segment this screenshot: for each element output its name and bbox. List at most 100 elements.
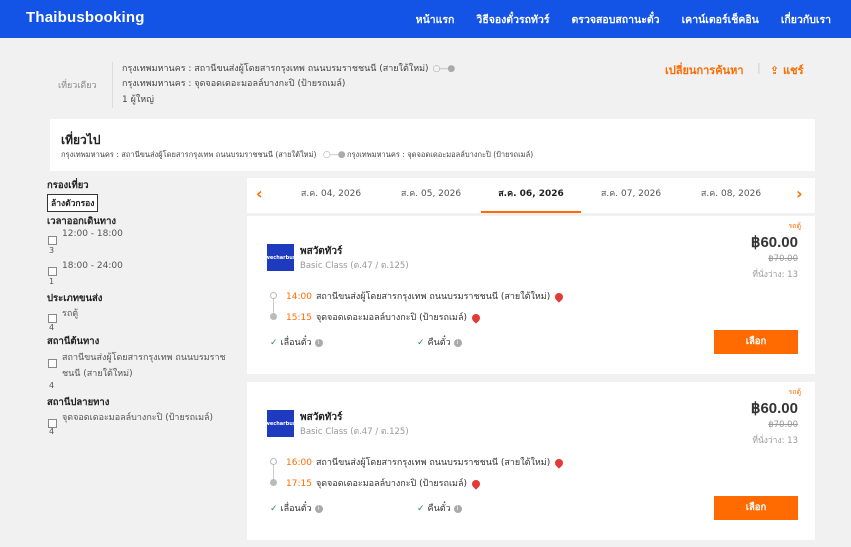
departure-time: 16:00 <box>286 458 312 468</box>
feature-refund: ✓ คืนตั๋ว i <box>417 501 462 515</box>
info-icon[interactable]: i <box>314 504 323 513</box>
feature-reschedule: ✓ เลื่อนตั๋ว i <box>270 335 323 349</box>
filter-option-time-1: 12:00 - 18:00 <box>62 229 123 239</box>
old-price: ฿70.00 <box>768 420 798 430</box>
departure-time-heading: เวลาออกเดินทาง <box>47 216 117 227</box>
summary-passengers: 1 ผู้ใหญ่ <box>122 95 154 105</box>
trip-card: รถตู้ wecharbus พสวัตทัวร์ Basic Class (… <box>247 216 815 374</box>
departure-time: 14:00 <box>286 292 312 302</box>
nav-link-check-status[interactable]: ตรวจสอบสถานะตั๋ว <box>571 11 659 28</box>
search-summary: เที่ยวเดียว กรุงเทพมหานคร : สถานีขนส่งผู… <box>50 52 820 112</box>
filter-checkbox-origin[interactable] <box>48 359 57 368</box>
trip-card: รถตู้ wecharbus พสวัตทัวร์ Basic Class (… <box>247 382 815 540</box>
info-icon[interactable]: i <box>314 338 323 347</box>
summary-origin: กรุงเทพมหานคร : สถานีขนส่งผู้โดยสารกรุงเ… <box>122 61 456 75</box>
filter-count-van: 4 <box>49 323 55 332</box>
origin-station-heading: สถานีต้นทาง <box>47 336 100 347</box>
date-tab-2[interactable]: ส.ค. 05, 2026 <box>381 178 481 213</box>
filter-count-time-2: 1 <box>49 277 55 286</box>
summary-divider <box>112 62 113 108</box>
timeline-end-dot <box>270 313 277 320</box>
filter-checkbox-time-1[interactable] <box>48 236 57 245</box>
change-search-link[interactable]: เปลี่ยนการค้นหา <box>665 61 744 79</box>
checkmark-icon: ✓ <box>417 504 425 514</box>
checkmark-icon: ✓ <box>270 338 278 348</box>
filter-count-time-1: 3 <box>49 246 55 255</box>
nav-link-how-to-book[interactable]: วิธีจองตั๋วรถทัวร์ <box>476 11 549 28</box>
outbound-banner: เที่ยวไป กรุงเทพมหานคร : สถานีขนส่งผู้โด… <box>50 119 815 171</box>
select-button[interactable]: เลือก <box>714 496 798 520</box>
feature-reschedule-label: เลื่อนตั๋ว <box>280 504 312 514</box>
filter-option-time-2: 18:00 - 24:00 <box>62 261 123 271</box>
feature-refund-label: คืนตั๋ว <box>427 504 451 514</box>
timeline-start-dot <box>270 292 277 299</box>
chevron-right-icon[interactable]: › <box>796 184 803 203</box>
filter-count-destination: 4 <box>49 427 55 436</box>
feature-refund: ✓ คืนตั๋ว i <box>417 335 462 349</box>
summary-destination: กรุงเทพมหานคร : จุดจอดเดอะมอลล์บางกะปิ (… <box>122 79 346 89</box>
seats-available: ที่นั่งว่าง: 13 <box>752 270 798 280</box>
filter-option-origin-line2: ชนนี (สายใต้ใหม่) <box>62 369 133 379</box>
departure-station: สถานีขนส่งผู้โดยสารกรุงเทพ ถนนบรมราชชนนี… <box>315 292 551 302</box>
date-tab-3-active[interactable]: ส.ค. 06, 2026 <box>481 178 581 213</box>
filter-option-van: รถตู้ <box>62 309 79 319</box>
date-tab-5[interactable]: ส.ค. 08, 2026 <box>681 178 781 213</box>
bus-class: Basic Class (ต.47 / ต.125) <box>300 427 409 437</box>
select-button[interactable]: เลือก <box>714 330 798 354</box>
operator-name: พสวัตทัวร์ <box>300 246 343 257</box>
checkmark-icon: ✓ <box>417 338 425 348</box>
vehicle-tag: รถตู้ <box>788 388 801 396</box>
filter-count-origin: 4 <box>49 381 55 390</box>
filter-option-destination: จุดจอดเดอะมอลล์บางกะปิ (ป้ายรถเมล์) <box>62 413 214 423</box>
arrival-station: จุดจอดเดอะมอลล์บางกะปิ (ป้ายรถเมล์) <box>315 479 467 489</box>
nav-links: หน้าแรก วิธีจองตั๋วรถทัวร์ ตรวจสอบสถานะต… <box>416 0 851 38</box>
brand-logo[interactable]: Thaibusbooking <box>26 9 145 26</box>
map-pin-icon[interactable] <box>553 290 565 303</box>
map-pin-icon[interactable] <box>553 456 565 469</box>
feature-refund-label: คืนตั๋ว <box>427 338 451 348</box>
feature-reschedule-label: เลื่อนตั๋ว <box>280 338 312 348</box>
arrival-station: จุดจอดเดอะมอลล์บางกะปิ (ป้ายรถเมล์) <box>315 313 467 323</box>
top-nav: Thaibusbooking หน้าแรก วิธีจองตั๋วรถทัวร… <box>0 0 851 38</box>
map-pin-icon[interactable] <box>470 311 482 324</box>
vehicle-type-heading: ประเภทขนส่ง <box>47 293 103 304</box>
separator: | <box>757 61 761 74</box>
outbound-route: กรุงเทพมหานคร : สถานีขนส่งผู้โดยสารกรุงเ… <box>61 149 533 161</box>
map-pin-icon[interactable] <box>470 477 482 490</box>
operator-logo: wecharbus <box>265 410 296 437</box>
nav-link-about[interactable]: เกี่ยวกับเรา <box>781 11 831 28</box>
old-price: ฿70.00 <box>768 254 798 264</box>
checkmark-icon: ✓ <box>270 504 278 514</box>
feature-reschedule: ✓ เลื่อนตั๋ว i <box>270 501 323 515</box>
info-icon[interactable]: i <box>453 338 462 347</box>
timeline-start-dot <box>270 458 277 465</box>
date-tab-4[interactable]: ส.ค. 07, 2026 <box>581 178 681 213</box>
clear-filters-button[interactable]: ล้างตัวกรอง <box>47 194 99 212</box>
arrival-time: 15:15 <box>286 313 312 323</box>
filter-title: กรองเที่ยว <box>47 180 89 191</box>
outbound-origin: กรุงเทพมหานคร : สถานีขนส่งผู้โดยสารกรุงเ… <box>61 150 317 159</box>
price: ฿60.00 <box>750 234 798 251</box>
operator-logo: wecharbus <box>265 244 296 271</box>
date-selector: ‹ ส.ค. 04, 2026 ส.ค. 05, 2026 ส.ค. 06, 2… <box>247 178 815 213</box>
filter-checkbox-van[interactable] <box>48 314 57 323</box>
filter-checkbox-time-2[interactable] <box>48 267 57 276</box>
arrival-stop: 17:15 จุดจอดเดอะมอลล์บางกะปิ (ป้ายรถเมล์) <box>286 476 482 490</box>
price: ฿60.00 <box>750 400 798 417</box>
destination-station-heading: สถานีปลายทาง <box>47 397 110 408</box>
connector-dots-icon: ○—● <box>432 64 456 74</box>
departure-stop: 14:00 สถานีขนส่งผู้โดยสารกรุงเทพ ถนนบรมรา… <box>286 289 565 303</box>
vehicle-tag: รถตู้ <box>788 222 801 230</box>
summary-origin-text: กรุงเทพมหานคร : สถานีขนส่งผู้โดยสารกรุงเ… <box>122 64 429 74</box>
seats-available: ที่นั่งว่าง: 13 <box>752 436 798 446</box>
arrival-stop: 15:15 จุดจอดเดอะมอลล์บางกะปิ (ป้ายรถเมล์) <box>286 310 482 324</box>
outbound-title: เที่ยวไป <box>61 133 101 147</box>
chevron-left-icon[interactable]: ‹ <box>256 184 263 203</box>
date-tab-1[interactable]: ส.ค. 04, 2026 <box>281 178 381 213</box>
share-button[interactable]: ⇪ แชร์ <box>770 61 804 79</box>
info-icon[interactable]: i <box>453 504 462 513</box>
nav-link-home[interactable]: หน้าแรก <box>416 11 455 28</box>
nav-link-checkin-counter[interactable]: เคาน์เตอร์เช็คอิน <box>682 11 759 28</box>
bus-class: Basic Class (ต.47 / ต.125) <box>300 261 409 271</box>
outbound-destination: กรุงเทพมหานคร : จุดจอดเดอะมอลล์บางกะปิ (… <box>346 150 534 159</box>
